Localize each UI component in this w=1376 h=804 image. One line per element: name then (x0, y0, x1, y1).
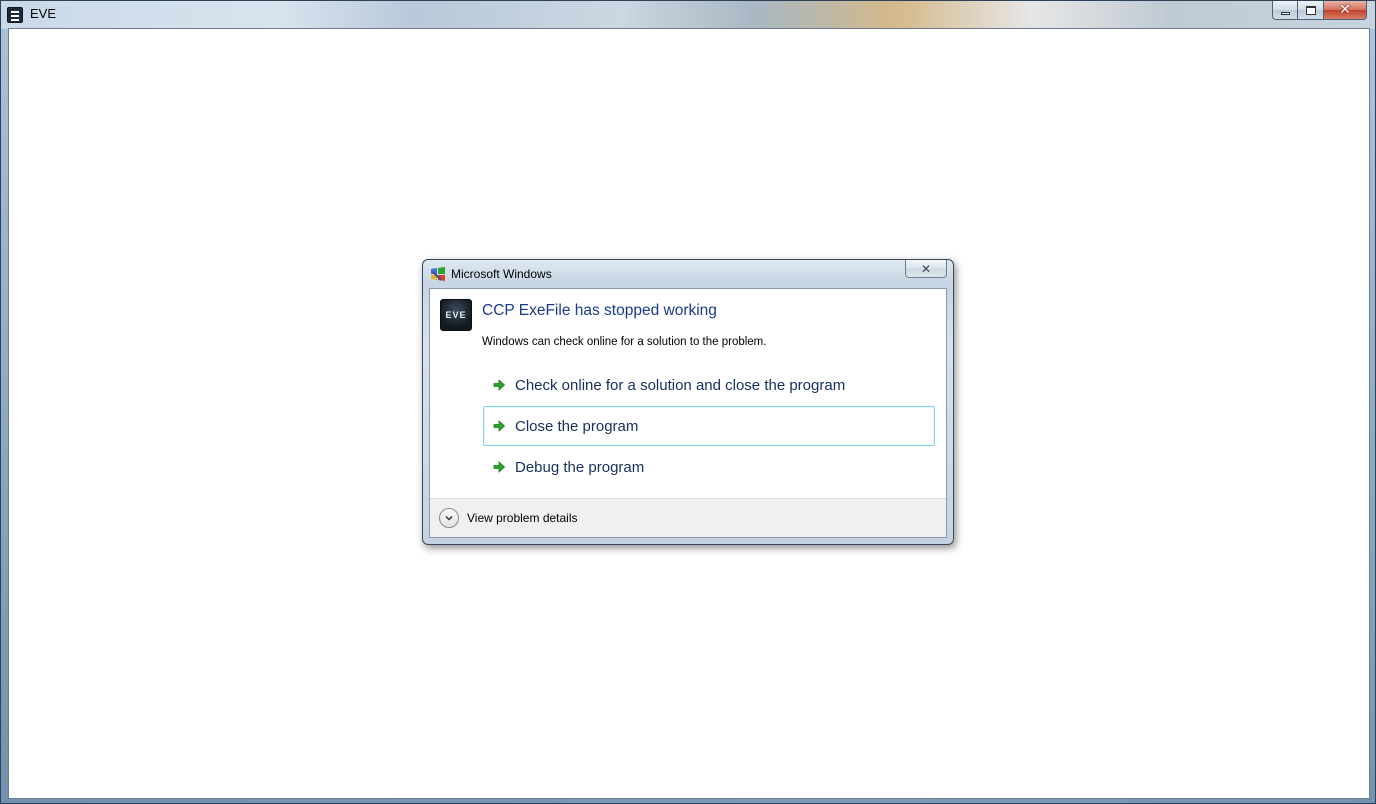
command-link-label: Close the program (515, 417, 639, 435)
maximize-button[interactable] (1298, 1, 1324, 20)
close-icon: ✕ (1339, 2, 1351, 18)
dialog-content: EVE CCP ExeFile has stopped working Wind… (429, 288, 947, 538)
main-instruction: CCP ExeFile has stopped working (482, 302, 717, 319)
dialog-footer: View problem details (430, 498, 946, 537)
command-link-label: Debug the program (515, 458, 645, 476)
chevron-down-icon (445, 515, 453, 521)
command-link-label: Check online for a solution and close th… (515, 376, 846, 394)
caption-buttons: ✕ (1272, 1, 1367, 20)
dialog-titlebar[interactable]: Microsoft Windows ✕ (423, 260, 953, 288)
view-problem-details-link[interactable]: View problem details (467, 511, 578, 525)
maximize-icon (1305, 5, 1316, 15)
dialog-close-button[interactable]: ✕ (905, 260, 947, 278)
content-text: Windows can check online for a solution … (482, 336, 767, 348)
check-online-command-link[interactable]: Check online for a solution and close th… (483, 365, 935, 405)
debug-program-command-link[interactable]: Debug the program (483, 447, 935, 487)
green-arrow-icon (492, 378, 506, 392)
close-program-command-link[interactable]: Close the program (483, 406, 935, 446)
windows-dialog-icon (431, 267, 445, 281)
eve-app-icon: EVE (440, 299, 472, 331)
window-title: EVE (30, 6, 57, 21)
minimize-icon (1280, 11, 1290, 15)
green-arrow-icon (492, 460, 506, 474)
close-icon: ✕ (920, 261, 932, 276)
minimize-button[interactable] (1272, 1, 1298, 20)
system-menu-icon[interactable] (7, 7, 23, 23)
app-icon-text: EVE (445, 310, 467, 320)
dialog-title: Microsoft Windows (451, 267, 552, 281)
window-titlebar[interactable]: EVE ✕ (1, 1, 1375, 29)
error-dialog: Microsoft Windows ✕ EVE CCP ExeFile has … (422, 259, 954, 545)
green-arrow-icon (492, 419, 506, 433)
close-button[interactable]: ✕ (1324, 1, 1367, 20)
expand-details-button[interactable] (439, 508, 459, 528)
